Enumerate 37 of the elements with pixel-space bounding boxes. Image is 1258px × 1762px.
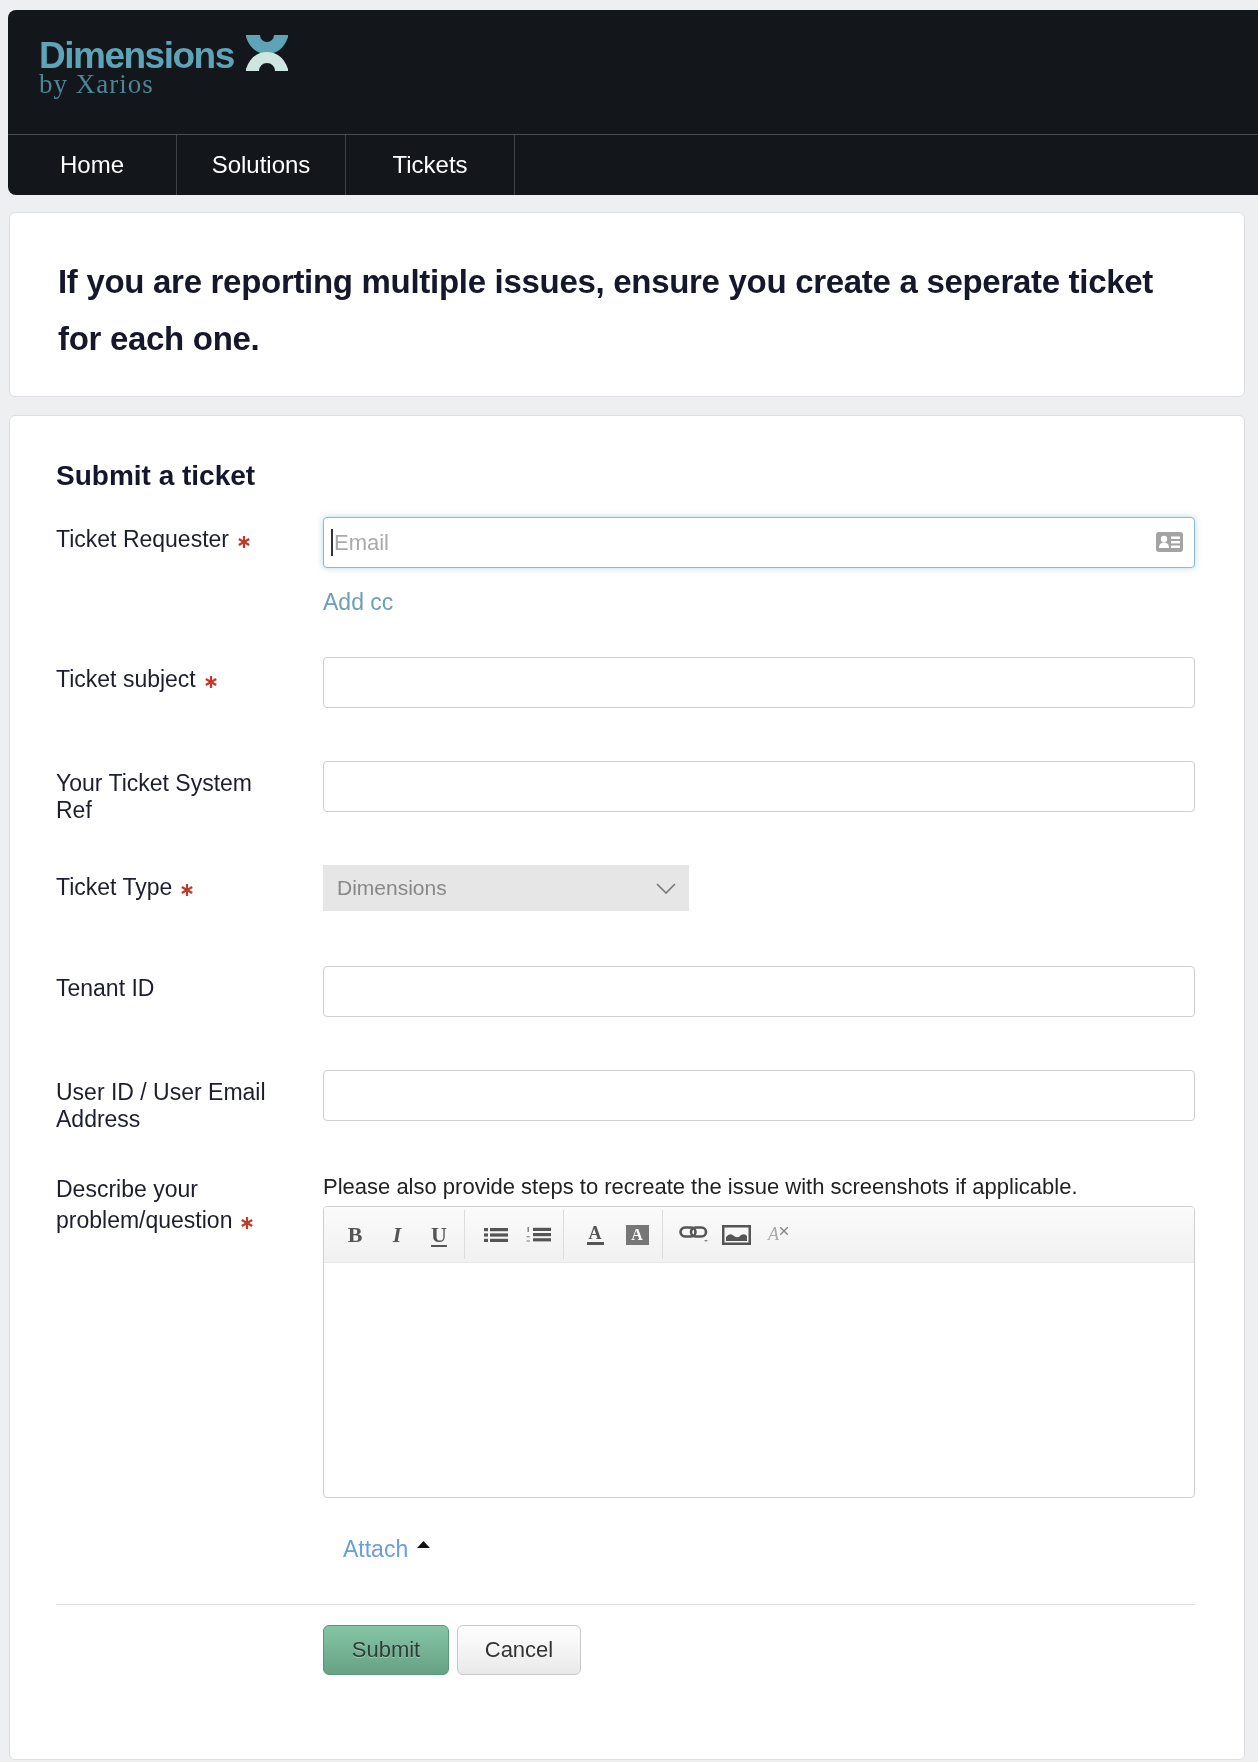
field-label: Tenant ID	[56, 975, 155, 1001]
contact-card-icon	[1156, 532, 1183, 552]
nav-link[interactable]: Tickets	[346, 135, 515, 195]
text-field[interactable]	[323, 1070, 1195, 1121]
field-label: Ticket Requester	[56, 526, 229, 552]
caret-up-icon	[417, 1541, 431, 1548]
nav-link[interactable]: Home	[8, 135, 177, 195]
text-cursor-icon	[331, 529, 333, 556]
nav-link[interactable]: Solutions	[177, 135, 346, 195]
text-field[interactable]	[323, 966, 1195, 1017]
notice-text: If you are reporting multiple issues, ensure you create a seperate ticket for each one.	[58, 262, 1154, 359]
image-icon	[721, 1224, 751, 1245]
field-label: Your Ticket System Ref	[56, 770, 252, 823]
cancel-button[interactable]: Cancel	[457, 1625, 581, 1675]
email-field[interactable]: Email	[323, 517, 1195, 568]
field-label: Ticket Type	[56, 874, 173, 900]
field-label: User ID / User Email Address	[56, 1079, 266, 1132]
form-title: Submit a ticket	[56, 459, 257, 493]
chevron-down-icon	[656, 882, 676, 894]
bold-button[interactable]: B	[334, 1214, 376, 1255]
text-field[interactable]	[323, 657, 1195, 708]
link-icon	[679, 1226, 709, 1243]
field-label: Ticket subject	[56, 666, 196, 692]
bulleted-list-icon	[484, 1227, 508, 1242]
editor-hint: Please also provide steps to recreate the issue with screenshots if applicable.	[323, 1174, 1079, 1200]
text-color-button[interactable]: A	[574, 1214, 616, 1255]
field-label: Describe your problem/question	[56, 1176, 233, 1233]
logo-tagline: by Xarios	[39, 70, 154, 98]
underline-button[interactable]: U	[418, 1214, 460, 1255]
rich-text-editor[interactable]: B I U A A A	[323, 1206, 1195, 1498]
italic-button[interactable]: I	[376, 1214, 418, 1255]
numbered-list-icon	[525, 1227, 551, 1242]
background-color-button[interactable]: A	[625, 1224, 649, 1245]
text-field[interactable]	[323, 761, 1195, 812]
submit-button[interactable]: Submit	[323, 1625, 449, 1675]
logo-icon	[245, 35, 288, 71]
cross-icon	[780, 1226, 788, 1235]
